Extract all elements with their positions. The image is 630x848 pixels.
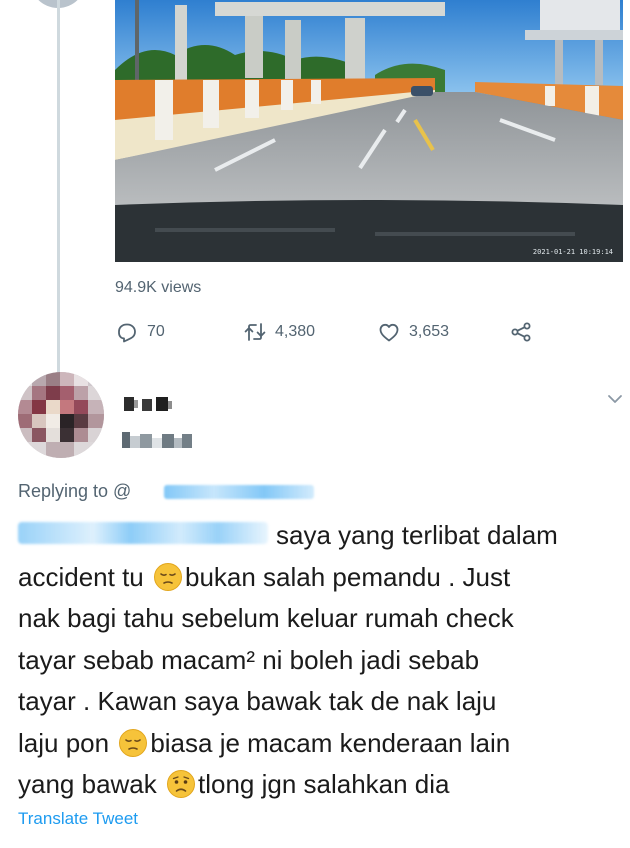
pixelated-avatar — [18, 372, 104, 458]
text-line: saya yang terlibat dalam — [276, 520, 558, 550]
reply-button[interactable]: 70 — [115, 318, 165, 346]
pensive-face-emoji — [153, 562, 182, 591]
blurred-mention[interactable] — [164, 485, 314, 499]
like-button[interactable]: 3,653 — [377, 318, 449, 346]
share-button[interactable] — [509, 318, 533, 346]
reply-author-avatar[interactable] — [18, 372, 104, 458]
tweet-action-bar: 70 4,380 3,653 — [115, 318, 545, 346]
text-line: tayar sebab macam² ni boleh jadi sebab — [18, 644, 480, 675]
text-line: accident tu bukan salah pemandu . Just — [18, 561, 511, 592]
text-line: nak bagi tahu sebelum keluar rumah check — [18, 603, 514, 633]
share-icon — [511, 322, 531, 342]
reply-count: 70 — [147, 323, 165, 340]
retweet-count: 4,380 — [275, 323, 316, 340]
tweet-video[interactable]: 2021-01-21 10:19:14 — [115, 0, 623, 262]
chevron-down-icon[interactable] — [606, 392, 624, 406]
replying-to: Replying to @ — [18, 481, 314, 503]
text-line: yang bawak tlong jgn salahkan dia — [18, 769, 450, 799]
translate-tweet-link[interactable]: Translate Tweet — [18, 809, 138, 829]
heart-icon — [379, 323, 399, 342]
thread-connector-line — [57, 0, 60, 372]
like-count: 3,653 — [409, 323, 450, 340]
retweet-icon — [244, 323, 266, 341]
replying-to-label: Replying to @ — [18, 481, 132, 501]
video-timestamp: 2021-01-21 10:19:14 — [532, 248, 613, 256]
blurred-display-name[interactable] — [124, 397, 172, 411]
worried-face-emoji — [166, 770, 195, 798]
reply-bubble-icon — [118, 323, 136, 343]
dashcam-scene — [115, 0, 623, 262]
retweet-button[interactable]: 4,380 — [243, 318, 315, 346]
reply-tweet-text: saya yang terlibat dalam accident tu buk… — [18, 515, 628, 806]
view-count: 94.9K views — [115, 279, 202, 296]
pensive-face-emoji — [119, 728, 148, 757]
text-line: tayar . Kawan saya bawak tak de nak laju — [18, 686, 497, 716]
blurred-username[interactable] — [122, 428, 194, 450]
text-line: laju pon biasa je macam kenderaan lain — [18, 727, 511, 758]
